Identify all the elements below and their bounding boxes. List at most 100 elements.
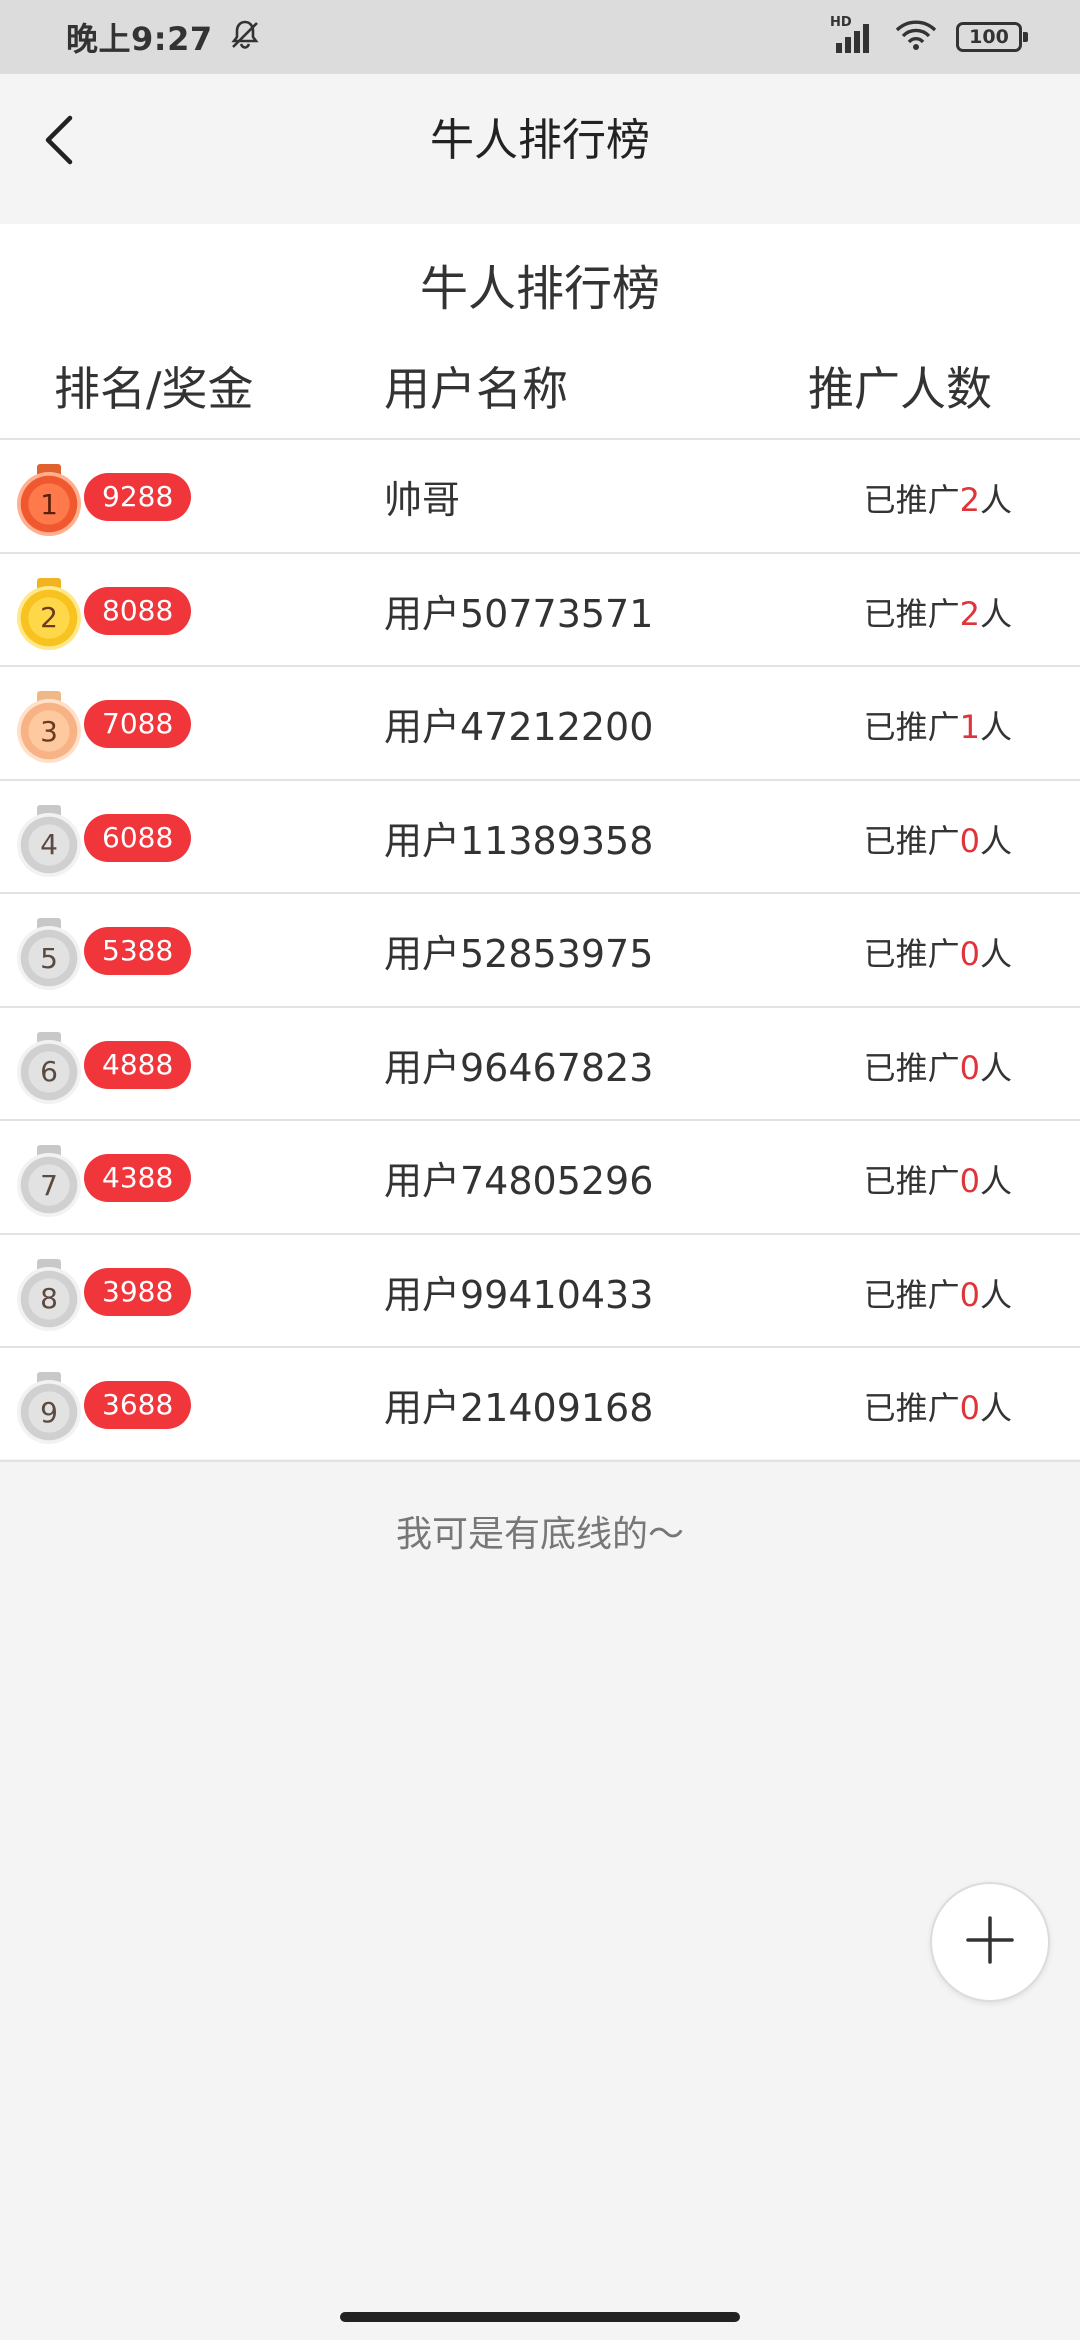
table-row[interactable]: 3 7088 用户47212200 已推广1人 <box>0 667 1080 781</box>
table-row[interactable]: 4 6088 用户11389358 已推广0人 <box>0 781 1080 894</box>
prize-badge: 6088 <box>84 813 192 862</box>
promoted-count: 已推广0人 <box>864 811 1012 871</box>
promoted-prefix: 已推广 <box>863 821 960 860</box>
wifi-icon <box>894 19 938 55</box>
network-label: HD <box>830 15 852 30</box>
rank-number: 4 <box>17 812 81 877</box>
promoted-number: 0 <box>959 1275 980 1314</box>
prize-badge: 3988 <box>84 1267 192 1316</box>
promoted-prefix: 已推广 <box>863 1275 960 1314</box>
promoted-prefix: 已推广 <box>863 708 960 746</box>
promoted-count: 已推广0人 <box>864 1151 1012 1211</box>
medal-icon: 6 <box>17 1031 81 1104</box>
username: 帅哥 <box>384 478 461 522</box>
rank-number: 7 <box>17 1153 81 1217</box>
promoted-count: 已推广0人 <box>864 1378 1012 1438</box>
promoted-suffix: 人 <box>979 821 1012 860</box>
rank-number: 9 <box>17 1380 81 1444</box>
board-title: 牛人排行榜 <box>419 261 660 317</box>
rank-number: 2 <box>17 585 81 650</box>
table-row[interactable]: 8 3988 用户99410433 已推广0人 <box>0 1235 1080 1348</box>
prize-badge: 4888 <box>84 1040 192 1089</box>
table-row[interactable]: 7 4388 用户74805296 已推广0人 <box>0 1121 1080 1235</box>
promoted-suffix: 人 <box>979 935 1012 973</box>
nav-bar: 牛人排行榜 <box>0 74 1080 224</box>
username: 用户50773571 <box>384 591 654 636</box>
bell-off-icon <box>227 17 263 57</box>
username: 用户52853975 <box>384 932 654 976</box>
status-time: 晚上9:27 <box>66 20 213 58</box>
promoted-count: 已推广0人 <box>864 924 1012 984</box>
table-row[interactable]: 6 4888 用户96467823 已推广0人 <box>0 1008 1080 1121</box>
promoted-suffix: 人 <box>979 708 1012 746</box>
promoted-count: 已推广1人 <box>864 697 1012 757</box>
promoted-prefix: 已推广 <box>863 481 960 519</box>
promoted-count: 已推广0人 <box>864 1265 1012 1325</box>
rank-number: 5 <box>17 926 81 990</box>
medal-icon: 2 <box>17 577 81 650</box>
table-row[interactable]: 9 3688 用户21409168 已推广0人 <box>0 1348 1080 1462</box>
prize-badge: 3688 <box>84 1381 192 1429</box>
signal-icon: HD <box>830 15 876 53</box>
username: 用户99410433 <box>384 1272 654 1317</box>
username: 用户47212200 <box>384 705 654 749</box>
promoted-count: 已推广0人 <box>864 1038 1012 1098</box>
promoted-number: 0 <box>959 1048 980 1087</box>
medal-icon: 7 <box>17 1145 81 1217</box>
ranking-list: 1 9288 帅哥 已推广2人 2 8088 用户50773571 已推广2人 3 7088 用户4… <box>0 440 1080 1462</box>
add-button[interactable] <box>930 1882 1050 2002</box>
promoted-number: 0 <box>959 1162 980 1200</box>
table-row[interactable]: 2 8088 用户50773571 已推广2人 <box>0 554 1080 667</box>
table-row[interactable]: 1 9288 帅哥 已推广2人 <box>0 440 1080 554</box>
username: 用户96467823 <box>384 1045 654 1090</box>
username: 用户21409168 <box>384 1386 654 1430</box>
promoted-prefix: 已推广 <box>863 1389 960 1427</box>
status-left: 晚上9:27 <box>66 14 263 60</box>
medal-icon: 9 <box>17 1372 81 1444</box>
promoted-suffix: 人 <box>979 1162 1012 1200</box>
promoted-number: 1 <box>959 708 980 746</box>
page-title: 牛人排行榜 <box>430 115 650 166</box>
table-header: 排名/奖金 用户名称 推广人数 <box>0 354 1080 440</box>
promoted-number: 0 <box>959 1389 980 1427</box>
promoted-count: 已推广2人 <box>864 584 1012 644</box>
ranking-board: 牛人排行榜 排名/奖金 用户名称 推广人数 1 9288 帅哥 已推广2人 2 8088 用… <box>0 224 1080 1462</box>
plus-icon <box>964 1914 1016 1970</box>
end-of-list-note: 我可是有底线的～ <box>395 1514 684 1555</box>
promoted-number: 0 <box>959 821 980 860</box>
username: 用户74805296 <box>384 1159 654 1203</box>
username: 用户11389358 <box>384 818 654 863</box>
battery-level: 100 <box>969 26 1009 48</box>
medal-icon: 3 <box>17 691 81 763</box>
prize-badge: 7088 <box>84 700 192 748</box>
promoted-prefix: 已推广 <box>863 935 960 973</box>
promoted-suffix: 人 <box>979 1275 1012 1314</box>
prize-badge: 4388 <box>84 1154 192 1202</box>
promoted-suffix: 人 <box>979 594 1012 633</box>
back-button[interactable] <box>30 102 90 182</box>
battery-icon: 100 <box>956 22 1028 52</box>
promoted-number: 0 <box>959 935 980 973</box>
rank-number: 3 <box>17 699 81 763</box>
promoted-suffix: 人 <box>979 1389 1012 1427</box>
status-right: HD 100 <box>830 15 1028 55</box>
promoted-suffix: 人 <box>979 481 1012 519</box>
promoted-suffix: 人 <box>979 1048 1012 1087</box>
medal-icon: 4 <box>17 804 81 877</box>
rank-number: 8 <box>17 1266 81 1331</box>
chevron-left-icon <box>40 112 80 172</box>
prize-badge: 5388 <box>84 927 192 975</box>
prize-badge: 8088 <box>84 586 192 635</box>
medal-icon: 5 <box>17 918 81 990</box>
promoted-number: 2 <box>959 481 980 519</box>
medal-icon: 1 <box>17 464 81 536</box>
promoted-number: 2 <box>959 594 980 633</box>
header-promoted: 推广人数 <box>808 362 992 416</box>
promoted-prefix: 已推广 <box>863 1048 960 1087</box>
promoted-prefix: 已推广 <box>863 1162 960 1200</box>
table-row[interactable]: 5 5388 用户52853975 已推广0人 <box>0 894 1080 1008</box>
rank-number: 6 <box>17 1039 81 1104</box>
home-indicator[interactable] <box>340 2312 740 2322</box>
header-username: 用户名称 <box>384 362 568 416</box>
prize-badge: 9288 <box>84 473 192 521</box>
